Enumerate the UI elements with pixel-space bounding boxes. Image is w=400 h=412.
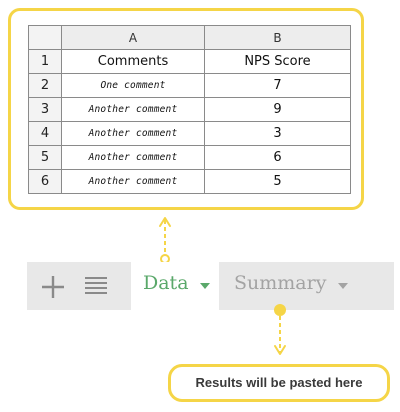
down-arrow-connector bbox=[274, 304, 286, 355]
row-header[interactable]: 3 bbox=[28, 97, 62, 122]
sheet-list-button[interactable] bbox=[84, 275, 108, 297]
tab-data[interactable]: Data bbox=[131, 262, 219, 310]
table-row: 1 Comments NPS Score bbox=[28, 49, 351, 74]
table-row: 6 Another comment 5 bbox=[28, 169, 351, 194]
row-header[interactable]: 6 bbox=[28, 169, 62, 194]
column-header-a[interactable]: A bbox=[61, 25, 205, 50]
table-row: 4 Another comment 3 bbox=[28, 121, 351, 146]
row-header[interactable]: 1 bbox=[28, 49, 62, 74]
cell-b6[interactable]: 5 bbox=[204, 169, 351, 194]
table-row: 3 Another comment 9 bbox=[28, 97, 351, 122]
cell-b2[interactable]: 7 bbox=[204, 73, 351, 98]
up-arrow-connector bbox=[159, 217, 171, 264]
cell-a3[interactable]: Another comment bbox=[61, 97, 205, 122]
cell-b3[interactable]: 9 bbox=[204, 97, 351, 122]
spreadsheet-grid: A B 1 Comments NPS Score 2 One comment 7… bbox=[28, 25, 351, 194]
row-header[interactable]: 5 bbox=[28, 145, 62, 170]
row-header[interactable]: 4 bbox=[28, 121, 62, 146]
row-header[interactable]: 2 bbox=[28, 73, 62, 98]
tab-data-label: Data bbox=[143, 272, 189, 294]
cell-b1[interactable]: NPS Score bbox=[204, 49, 351, 74]
chevron-down-icon[interactable] bbox=[200, 283, 210, 289]
cell-a4[interactable]: Another comment bbox=[61, 121, 205, 146]
cell-a1[interactable]: Comments bbox=[61, 49, 205, 74]
tab-summary-label: Summary bbox=[234, 272, 327, 294]
corner-cell[interactable] bbox=[28, 25, 62, 50]
column-header-b[interactable]: B bbox=[204, 25, 351, 50]
cell-a6[interactable]: Another comment bbox=[61, 169, 205, 194]
tab-summary[interactable]: Summary bbox=[228, 262, 358, 310]
add-sheet-button[interactable] bbox=[40, 274, 66, 300]
cell-a5[interactable]: Another comment bbox=[61, 145, 205, 170]
cell-b5[interactable]: 6 bbox=[204, 145, 351, 170]
table-row: 5 Another comment 6 bbox=[28, 145, 351, 170]
table-row: 2 One comment 7 bbox=[28, 73, 351, 98]
cell-a2[interactable]: One comment bbox=[61, 73, 205, 98]
chevron-down-icon[interactable] bbox=[338, 283, 348, 289]
results-callout: Results will be pasted here bbox=[168, 364, 390, 402]
cell-b4[interactable]: 3 bbox=[204, 121, 351, 146]
